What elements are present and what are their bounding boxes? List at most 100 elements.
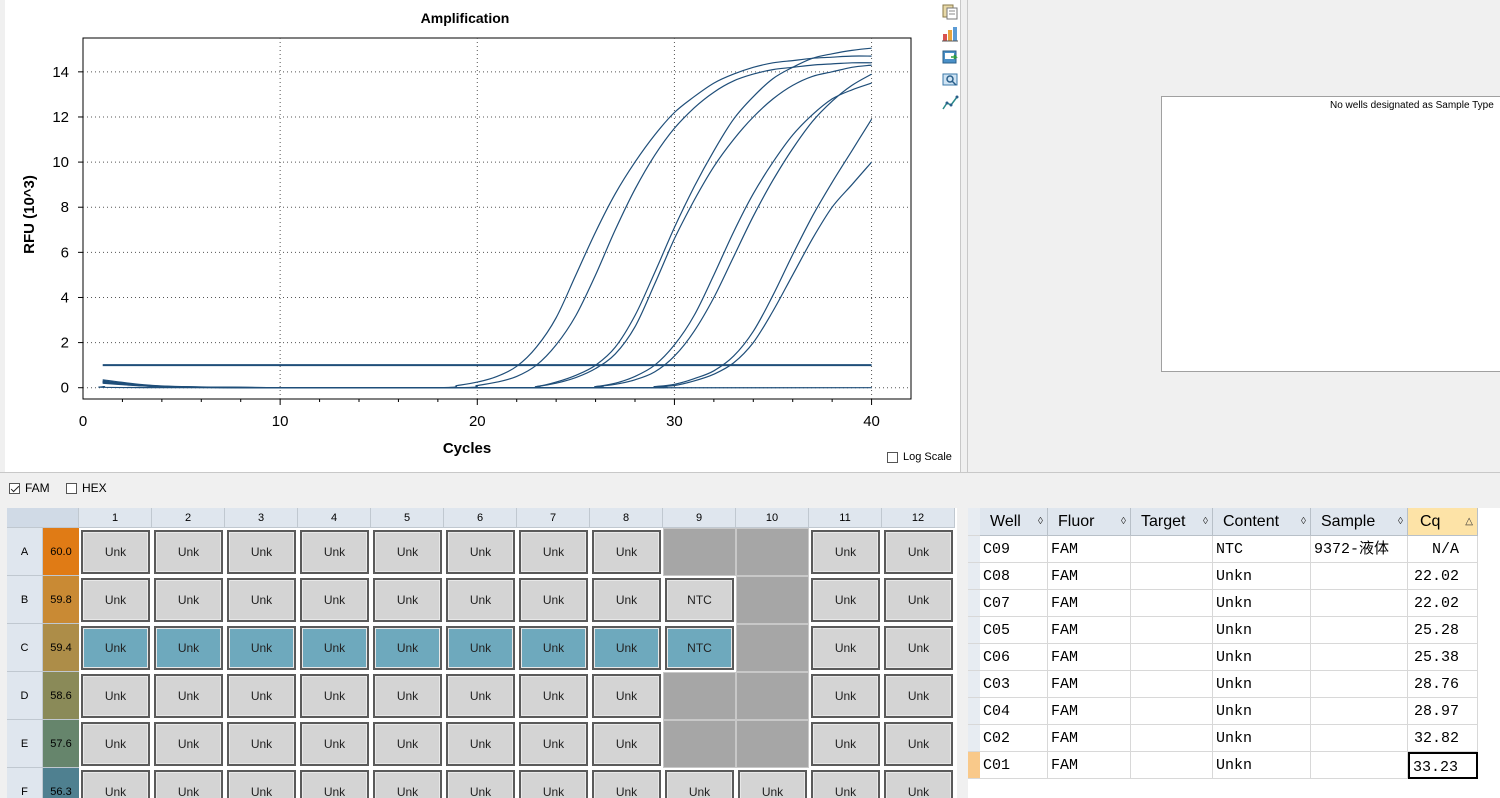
cell-content[interactable]: Unkn (1213, 725, 1311, 752)
well-F2[interactable]: Unk (154, 770, 223, 798)
cell-target[interactable] (1131, 725, 1213, 752)
well-E5[interactable]: Unk (373, 722, 442, 766)
well-A7[interactable]: Unk (519, 530, 588, 574)
cell-sample[interactable] (1311, 671, 1408, 698)
cell-sample[interactable] (1311, 644, 1408, 671)
well-A11[interactable]: Unk (811, 530, 880, 574)
well-F4[interactable]: Unk (300, 770, 369, 798)
cell-fluor[interactable]: FAM (1048, 536, 1131, 563)
well-C7[interactable]: Unk (519, 626, 588, 670)
cell-cq[interactable]: 28.76 (1408, 671, 1478, 698)
cell-well[interactable]: C08 (980, 563, 1048, 590)
well-A1[interactable]: Unk (81, 530, 150, 574)
sort-icon[interactable]: ◊ (1121, 508, 1126, 536)
row-header-A[interactable]: A (7, 528, 43, 576)
cell-cq[interactable]: 22.02 (1408, 563, 1478, 590)
well-E10[interactable] (736, 720, 809, 768)
cell-well[interactable]: C04 (980, 698, 1048, 725)
cell-fluor[interactable]: FAM (1048, 644, 1131, 671)
cell-well[interactable]: C01 (980, 752, 1048, 779)
well-D6[interactable]: Unk (446, 674, 515, 718)
well-B11[interactable]: Unk (811, 578, 880, 622)
well-E4[interactable]: Unk (300, 722, 369, 766)
well-C8[interactable]: Unk (592, 626, 661, 670)
well-F3[interactable]: Unk (227, 770, 296, 798)
cell-target[interactable] (1131, 644, 1213, 671)
well-B9[interactable]: NTC (665, 578, 734, 622)
column-header-6[interactable]: 6 (444, 508, 517, 528)
cell-target[interactable] (1131, 698, 1213, 725)
cell-cq[interactable]: 28.97 (1408, 698, 1478, 725)
column-header-3[interactable]: 3 (225, 508, 298, 528)
row-header-C[interactable]: C (7, 624, 43, 672)
well-C10[interactable] (736, 624, 809, 672)
well-D12[interactable]: Unk (884, 674, 953, 718)
save-image-icon[interactable] (941, 48, 959, 66)
well-E8[interactable]: Unk (592, 722, 661, 766)
cell-content[interactable]: Unkn (1213, 590, 1311, 617)
well-D8[interactable]: Unk (592, 674, 661, 718)
well-F9[interactable]: Unk (665, 770, 734, 798)
cell-fluor[interactable]: FAM (1048, 590, 1131, 617)
well-F10[interactable]: Unk (738, 770, 807, 798)
cell-target[interactable] (1131, 563, 1213, 590)
column-header-10[interactable]: 10 (736, 508, 809, 528)
chart-options-icon[interactable] (941, 94, 959, 112)
column-header-cq[interactable]: Cq △ (1408, 508, 1478, 536)
column-header-fluor[interactable]: Fluor ◊ (1048, 508, 1131, 536)
column-header-4[interactable]: 4 (298, 508, 371, 528)
well-A6[interactable]: Unk (446, 530, 515, 574)
well-D5[interactable]: Unk (373, 674, 442, 718)
hex-filter[interactable]: HEX (66, 481, 107, 495)
column-header-5[interactable]: 5 (371, 508, 444, 528)
cell-well[interactable]: C07 (980, 590, 1048, 617)
log-scale-checkbox[interactable] (887, 451, 898, 463)
well-E3[interactable]: Unk (227, 722, 296, 766)
well-C2[interactable]: Unk (154, 626, 223, 670)
row-selector[interactable] (968, 590, 980, 617)
copy-icon[interactable] (941, 2, 959, 20)
well-C6[interactable]: Unk (446, 626, 515, 670)
well-D2[interactable]: Unk (154, 674, 223, 718)
well-C5[interactable]: Unk (373, 626, 442, 670)
well-B12[interactable]: Unk (884, 578, 953, 622)
cell-content[interactable]: Unkn (1213, 752, 1311, 779)
cell-target[interactable] (1131, 752, 1213, 779)
well-B5[interactable]: Unk (373, 578, 442, 622)
well-D1[interactable]: Unk (81, 674, 150, 718)
well-D3[interactable]: Unk (227, 674, 296, 718)
cell-cq[interactable]: 25.38 (1408, 644, 1478, 671)
cell-target[interactable] (1131, 617, 1213, 644)
well-A10[interactable] (736, 528, 809, 576)
well-E7[interactable]: Unk (519, 722, 588, 766)
cell-well[interactable]: C03 (980, 671, 1048, 698)
well-D10[interactable] (736, 672, 809, 720)
well-F8[interactable]: Unk (592, 770, 661, 798)
well-A5[interactable]: Unk (373, 530, 442, 574)
well-D11[interactable]: Unk (811, 674, 880, 718)
cell-target[interactable] (1131, 671, 1213, 698)
vertical-splitter[interactable] (960, 0, 968, 472)
well-F1[interactable]: Unk (81, 770, 150, 798)
well-B8[interactable]: Unk (592, 578, 661, 622)
well-F11[interactable]: Unk (811, 770, 880, 798)
row-selector[interactable] (968, 563, 980, 590)
cell-target[interactable] (1131, 590, 1213, 617)
cell-fluor[interactable]: FAM (1048, 671, 1131, 698)
cell-target[interactable] (1131, 536, 1213, 563)
well-C12[interactable]: Unk (884, 626, 953, 670)
cell-sample[interactable] (1311, 617, 1408, 644)
log-scale-toggle[interactable]: Log Scale (887, 451, 952, 463)
cell-cq[interactable]: 33.23 (1408, 752, 1478, 779)
sort-icon[interactable]: ◊ (1038, 508, 1043, 536)
column-header-12[interactable]: 12 (882, 508, 955, 528)
well-C1[interactable]: Unk (81, 626, 150, 670)
well-F5[interactable]: Unk (373, 770, 442, 798)
cell-content[interactable]: NTC (1213, 536, 1311, 563)
cell-well[interactable]: C05 (980, 617, 1048, 644)
cell-cq[interactable]: 32.82 (1408, 725, 1478, 752)
sort-icon[interactable]: ◊ (1203, 508, 1208, 536)
row-selector[interactable] (968, 698, 980, 725)
column-header-8[interactable]: 8 (590, 508, 663, 528)
well-A2[interactable]: Unk (154, 530, 223, 574)
